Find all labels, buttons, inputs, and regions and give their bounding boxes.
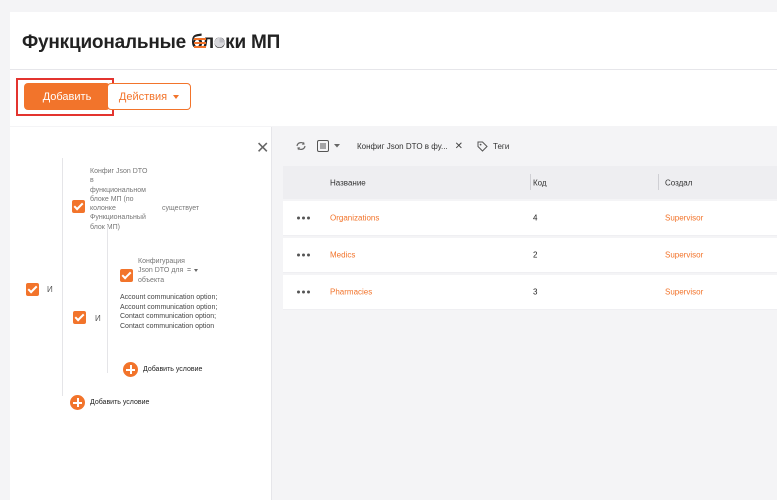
and-label: И (47, 285, 53, 294)
row-creator-link[interactable]: Supervisor (665, 251, 703, 260)
inner-value-line: Contact communication option (120, 322, 215, 330)
outer-condition-line: блок МП) (90, 223, 120, 231)
outer-condition-line: колонке (90, 205, 116, 213)
row-menu-icon[interactable] (297, 290, 310, 294)
refresh-icon[interactable] (295, 141, 307, 151)
pie-chart-icon[interactable] (214, 35, 225, 53)
row-code: 4 (533, 213, 538, 223)
grid-toolbar: Конфиг Json DTO в фу... ✕ Теги (283, 136, 509, 156)
tags-button[interactable]: Теги (477, 141, 509, 152)
column-divider (530, 174, 531, 190)
table-row[interactable]: Medics 2 Supervisor (283, 238, 777, 273)
add-outer-condition-button[interactable]: Добавить условие (70, 395, 149, 410)
page-header: Функциональные блоки МП (10, 12, 777, 70)
inner-condition-line: объекта (138, 276, 165, 284)
inner-and-label: И (95, 314, 101, 323)
column-header-creator[interactable]: Создал (665, 178, 692, 187)
table-row[interactable]: Pharmacies 3 Supervisor (283, 275, 777, 310)
table-row[interactable]: Organizations 4 Supervisor (283, 201, 777, 236)
actions-label: Действия (118, 90, 168, 103)
tag-icon (477, 141, 488, 152)
list-view-icon[interactable] (317, 140, 329, 152)
inner-condition-line: Конфигурация (138, 258, 185, 265)
add-inner-condition-button[interactable]: Добавить условие (123, 362, 202, 377)
row-creator-link[interactable]: Supervisor (665, 288, 703, 297)
page-title: Функциональные блоки МП (22, 32, 281, 53)
filter-panel: ✕ И Конфиг Json DTO в функциональном бло… (10, 127, 272, 500)
inner-operator: = (187, 267, 192, 274)
inner-value-line: Account communication option; (120, 303, 218, 311)
inner-and-checkbox[interactable] (73, 311, 86, 324)
tags-label: Теги (493, 141, 510, 151)
outer-condition-line: Функциональный (90, 214, 146, 222)
plus-icon (123, 362, 138, 377)
outer-condition-line: Конфиг Json DTO (90, 168, 148, 175)
actions-dropdown-button[interactable]: Действия (107, 83, 191, 110)
close-icon[interactable]: ✕ (256, 138, 269, 158)
row-name-link[interactable]: Organizations (330, 214, 379, 223)
add-outer-condition-label: Добавить условие (90, 399, 150, 406)
row-name-link[interactable]: Pharmacies (330, 288, 372, 297)
outer-condition-line: блоке МП (по (90, 195, 134, 203)
inner-operator-select[interactable]: = (187, 267, 199, 274)
caret-down-icon (194, 269, 199, 272)
outer-condition-line: в (90, 177, 94, 185)
add-inner-condition-label: Добавить условие (143, 366, 203, 373)
row-code: 3 (533, 287, 538, 297)
grid-header: Название Код Создал (283, 166, 777, 199)
outer-condition-checkbox[interactable] (72, 200, 85, 213)
filter-chip[interactable]: Конфиг Json DTO в фу... ✕ (357, 141, 463, 152)
outer-condition-line: функциональном (90, 186, 146, 194)
page: Функциональные блоки МП Добавить Действи… (0, 0, 777, 500)
row-menu-icon[interactable] (297, 253, 310, 257)
view-caret-icon[interactable] (334, 144, 340, 148)
remove-filter-icon[interactable]: ✕ (455, 141, 463, 152)
inner-values: Account communication option; Account co… (120, 293, 270, 331)
toolbar: Добавить Действия (10, 70, 777, 126)
plus-icon (70, 395, 85, 410)
outer-condition-label: Конфиг Json DTO в функциональном блоке М… (90, 167, 154, 232)
inner-value-line: Contact communication option; (120, 313, 217, 320)
inner-value-line: Account communication option; (120, 294, 218, 301)
filter-chip-label: Конфиг Json DTO в фу... (357, 141, 448, 151)
column-header-code[interactable]: Код (533, 178, 547, 187)
hamburger-icon[interactable] (194, 35, 206, 53)
caret-down-icon (173, 94, 180, 99)
row-code: 2 (533, 250, 538, 260)
row-creator-link[interactable]: Supervisor (665, 214, 703, 223)
outer-operator[interactable]: существует (162, 204, 199, 213)
grid-area: Конфиг Json DTO в фу... ✕ Теги Название … (283, 127, 777, 500)
inner-condition-checkbox[interactable] (120, 269, 133, 282)
and-group-checkbox[interactable] (26, 283, 39, 296)
add-button[interactable]: Добавить (24, 83, 110, 110)
group-divider (62, 158, 63, 396)
title-icons (194, 35, 225, 53)
column-divider (658, 174, 659, 190)
inner-group-divider (107, 225, 108, 373)
row-name-link[interactable]: Medics (330, 251, 355, 260)
column-header-name[interactable]: Название (330, 178, 366, 187)
row-menu-icon[interactable] (297, 216, 310, 220)
